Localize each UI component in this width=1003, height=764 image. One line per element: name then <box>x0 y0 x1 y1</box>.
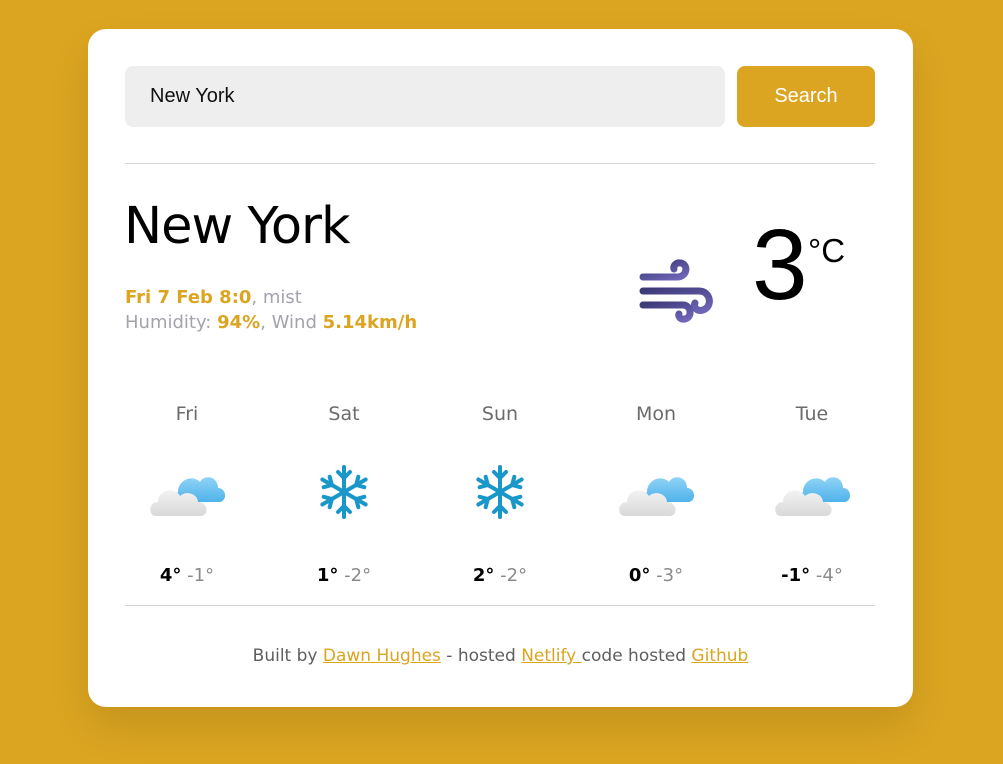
date-condition-line: Fri 7 Feb 8:0, mist <box>125 285 417 310</box>
wind-value: 5.14km/h <box>322 312 418 333</box>
comma-separator: , <box>251 287 263 308</box>
forecast-day: Sat 1° -2° <box>281 399 407 599</box>
forecast-temps: 2° -2° <box>437 565 563 586</box>
forecast-min: -1° <box>187 565 215 586</box>
forecast-day: Mon 0° -3° <box>593 399 719 599</box>
github-link[interactable]: Github <box>691 646 748 666</box>
wind-label: Wind <box>271 312 323 333</box>
forecast-min: -2° <box>344 565 372 586</box>
wind-icon <box>639 259 713 323</box>
forecast-day: Tue -1° -4° <box>749 399 875 599</box>
forecast-min: -3° <box>656 565 684 586</box>
cloudy-icon <box>150 477 226 516</box>
author-link[interactable]: Dawn Hughes <box>323 646 441 666</box>
humidity-wind-line: Humidity: 94%, Wind 5.14km/h <box>125 310 417 335</box>
footer-built-by: Built by <box>252 646 323 666</box>
footer-code-hosted: code hosted <box>581 646 692 666</box>
snowflake-icon <box>476 465 524 519</box>
forecast-temps: 1° -2° <box>281 565 407 586</box>
forecast-day-name: Fri <box>175 403 199 425</box>
current-details: Fri 7 Feb 8:0, mist Humidity: 94%, Wind … <box>125 285 417 335</box>
snowflake-icon <box>320 465 368 519</box>
forecast-day-name: Sat <box>328 403 360 425</box>
forecast-max: 0° <box>628 565 651 586</box>
current-temperature: 3 <box>752 209 808 321</box>
search-form: Search <box>125 66 875 127</box>
forecast-max: 4° <box>159 565 182 586</box>
humidity-label: Humidity: <box>125 312 218 333</box>
condition: mist <box>262 287 302 308</box>
forecast-temps: 4° -1° <box>124 565 250 586</box>
footer: Built by Dawn Hughes - hosted Netlify co… <box>88 646 913 666</box>
search-button[interactable]: Search <box>737 66 875 127</box>
footer-hosted: - hosted <box>440 646 522 666</box>
weather-card: Search New York Fri 7 Feb 8:0, mist Humi… <box>88 29 913 707</box>
forecast-max: 1° <box>316 565 339 586</box>
forecast-day: Sun 2° -2° <box>437 399 563 599</box>
forecast-list: Fri 4° -1° Sat 1° -2° Sun 2° -2° Mon 0° … <box>125 399 875 599</box>
forecast-temps: 0° -3° <box>593 565 719 586</box>
cloudy-icon <box>619 477 695 516</box>
forecast-max: 2° <box>472 565 495 586</box>
forecast-min: -2° <box>500 565 528 586</box>
bottom-divider <box>125 605 875 606</box>
forecast-day-name: Mon <box>635 403 677 425</box>
netlify-link[interactable]: Netlify <box>521 646 581 666</box>
top-divider <box>125 163 875 164</box>
humidity-value: 94% <box>217 312 261 333</box>
forecast-min: -4° <box>815 565 843 586</box>
forecast-day: Fri 4° -1° <box>124 399 250 599</box>
search-input[interactable] <box>125 66 725 127</box>
comma-separator: , <box>260 312 272 333</box>
temperature-unit: °C <box>808 232 846 269</box>
forecast-max: -1° <box>781 565 811 586</box>
forecast-temps: -1° -4° <box>749 565 875 586</box>
cloudy-icon <box>775 477 851 516</box>
forecast-day-name: Sun <box>481 403 519 425</box>
city-name: New York <box>124 197 351 256</box>
forecast-day-name: Tue <box>795 403 829 425</box>
date-time: Fri 7 Feb 8:0 <box>125 287 252 308</box>
